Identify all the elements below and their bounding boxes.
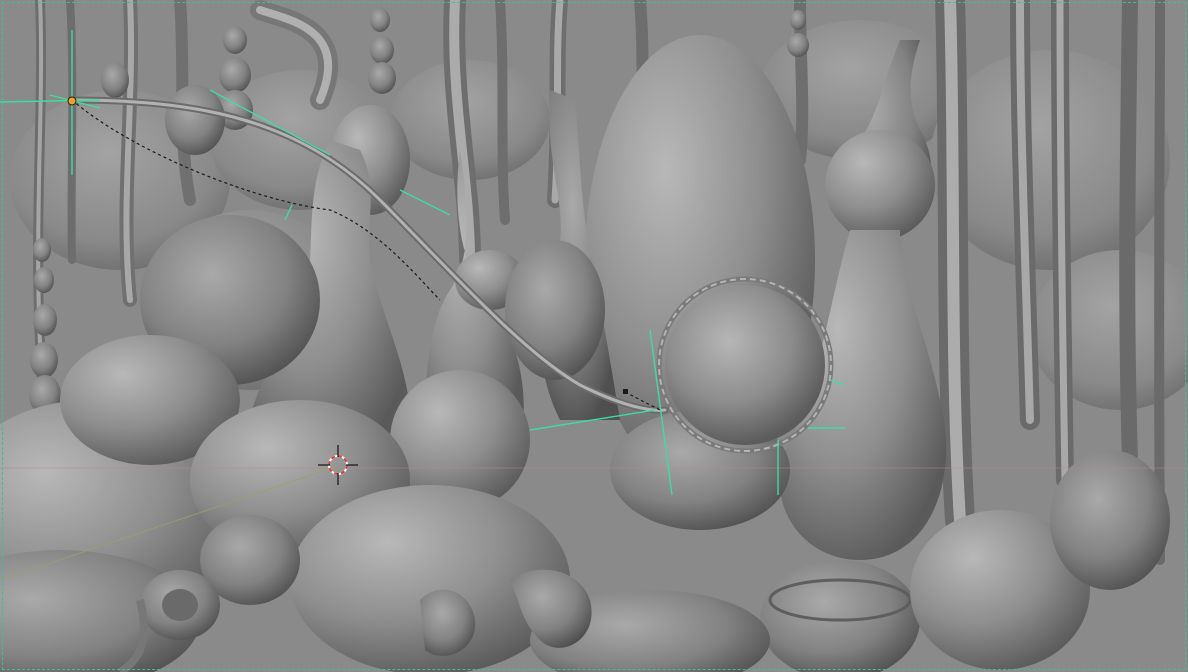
selected-control-point[interactable] [67,96,77,106]
handle-point[interactable] [623,389,628,394]
viewport-canvas[interactable] [0,0,1188,672]
sphere-object[interactable] [656,276,834,454]
3d-viewport[interactable] [0,0,1188,672]
